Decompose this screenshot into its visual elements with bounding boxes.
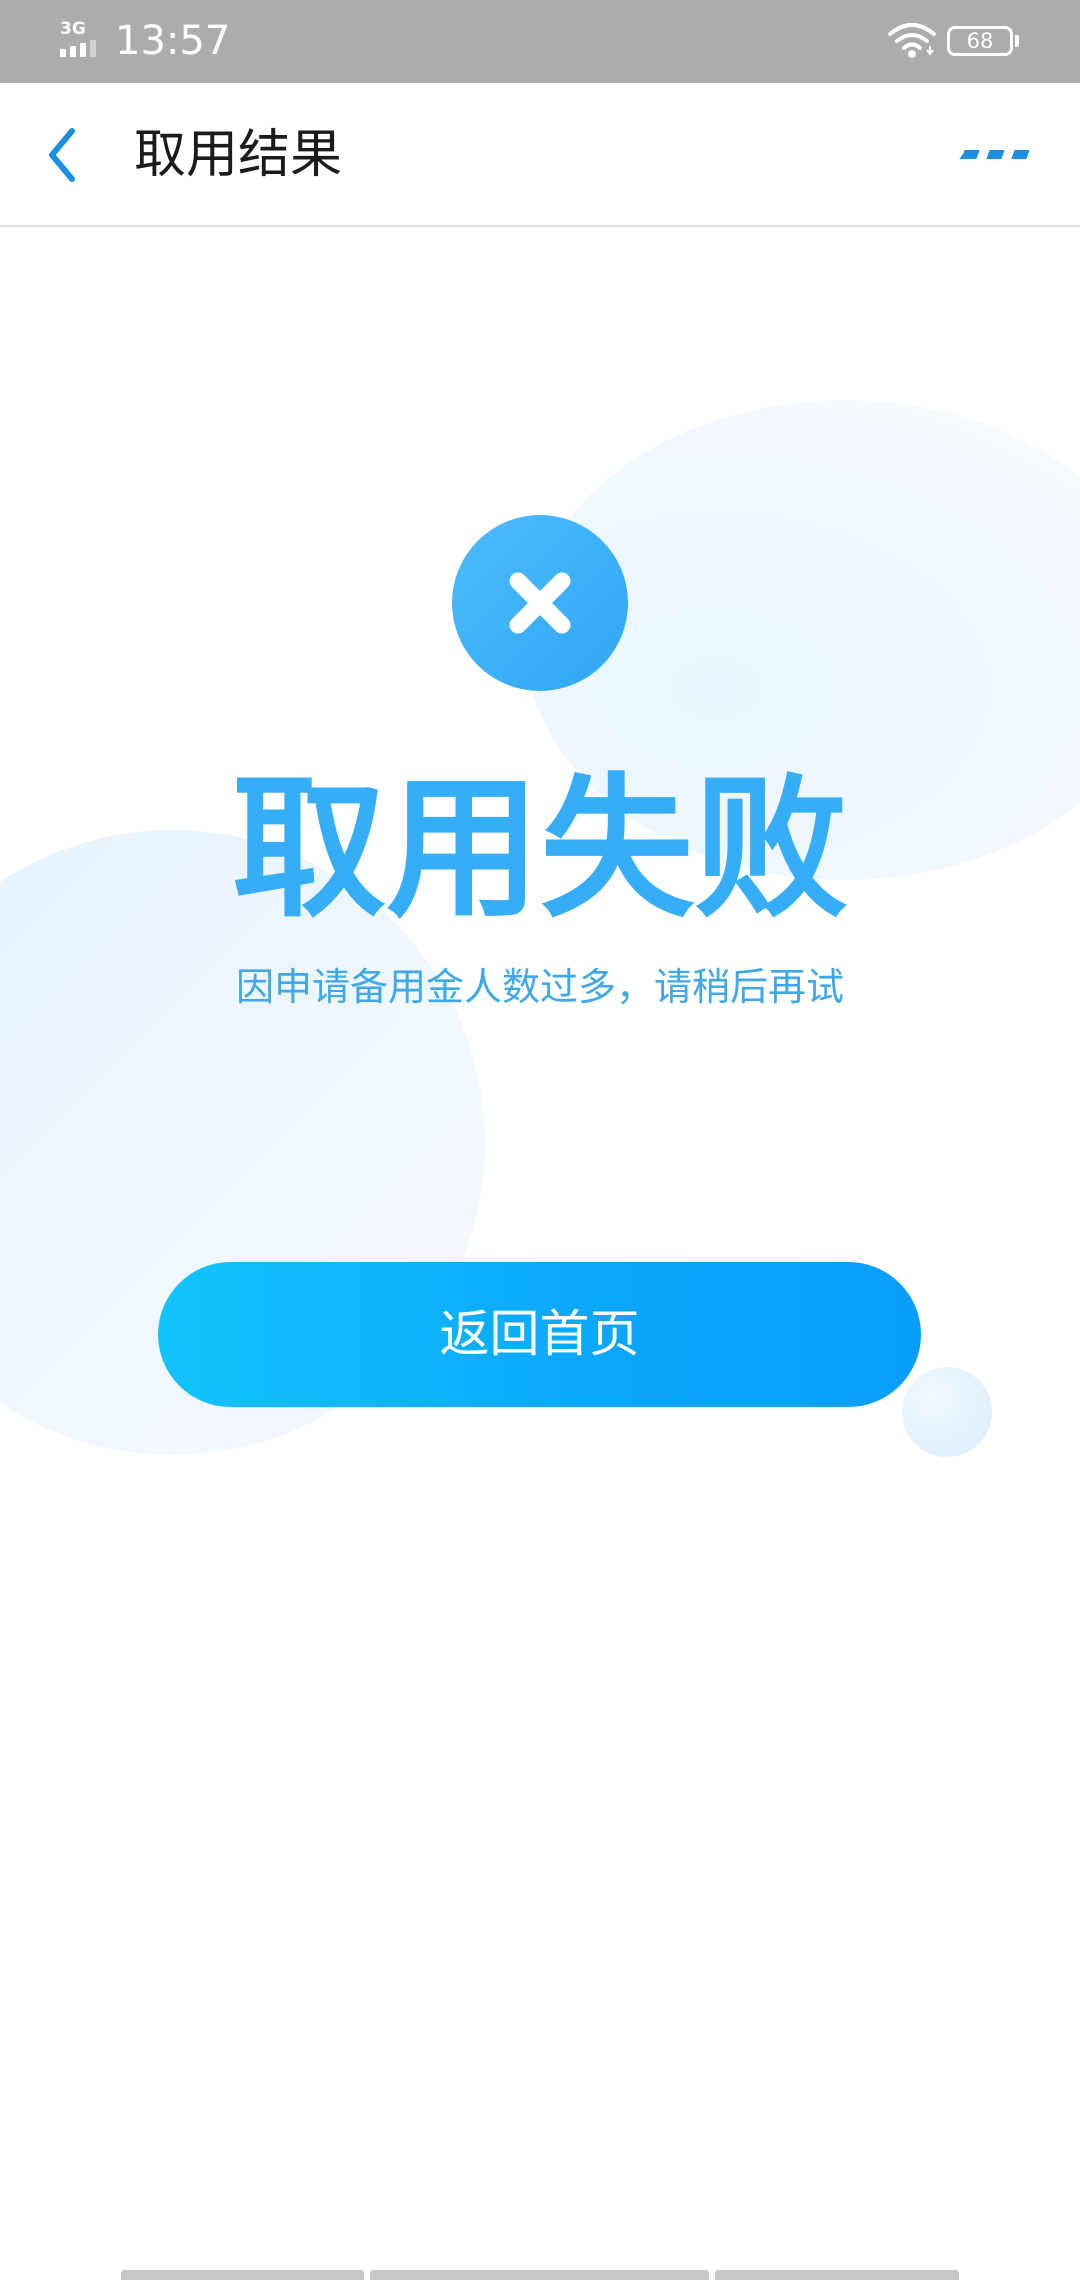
network-type: 3G	[60, 19, 86, 39]
status-bar: 3G 13:57 68	[0, 0, 1080, 83]
decor-circle-small	[902, 1367, 992, 1457]
battery-icon: 68	[947, 26, 1013, 56]
close-icon	[509, 572, 571, 634]
nav-bar: 取用结果	[0, 83, 1080, 227]
result-message: 因申请备用金人数过多，请稍后再试	[235, 965, 844, 1009]
back-button[interactable]	[30, 117, 100, 193]
chevron-left-icon	[49, 128, 75, 182]
status-time: 13:57	[115, 18, 231, 64]
page-title: 取用结果	[134, 125, 343, 185]
return-home-button[interactable]: 返回首页	[158, 1262, 921, 1407]
gesture-hint-right	[715, 2270, 959, 2280]
result-title: 取用失败	[231, 760, 848, 939]
signal-icon: 3G	[58, 20, 104, 60]
gesture-hint-center	[370, 2270, 709, 2280]
more-dots-icon	[959, 150, 1030, 159]
failure-badge	[452, 515, 628, 691]
result-page: 3G 13:57 68 取用结果 取用失败 因申请备用金人数过多，请稍后再试 返…	[0, 0, 1080, 2280]
more-button[interactable]	[955, 127, 1035, 183]
wifi-icon	[888, 23, 936, 58]
battery-tip	[1015, 35, 1019, 47]
gesture-hint-left	[121, 2270, 364, 2280]
